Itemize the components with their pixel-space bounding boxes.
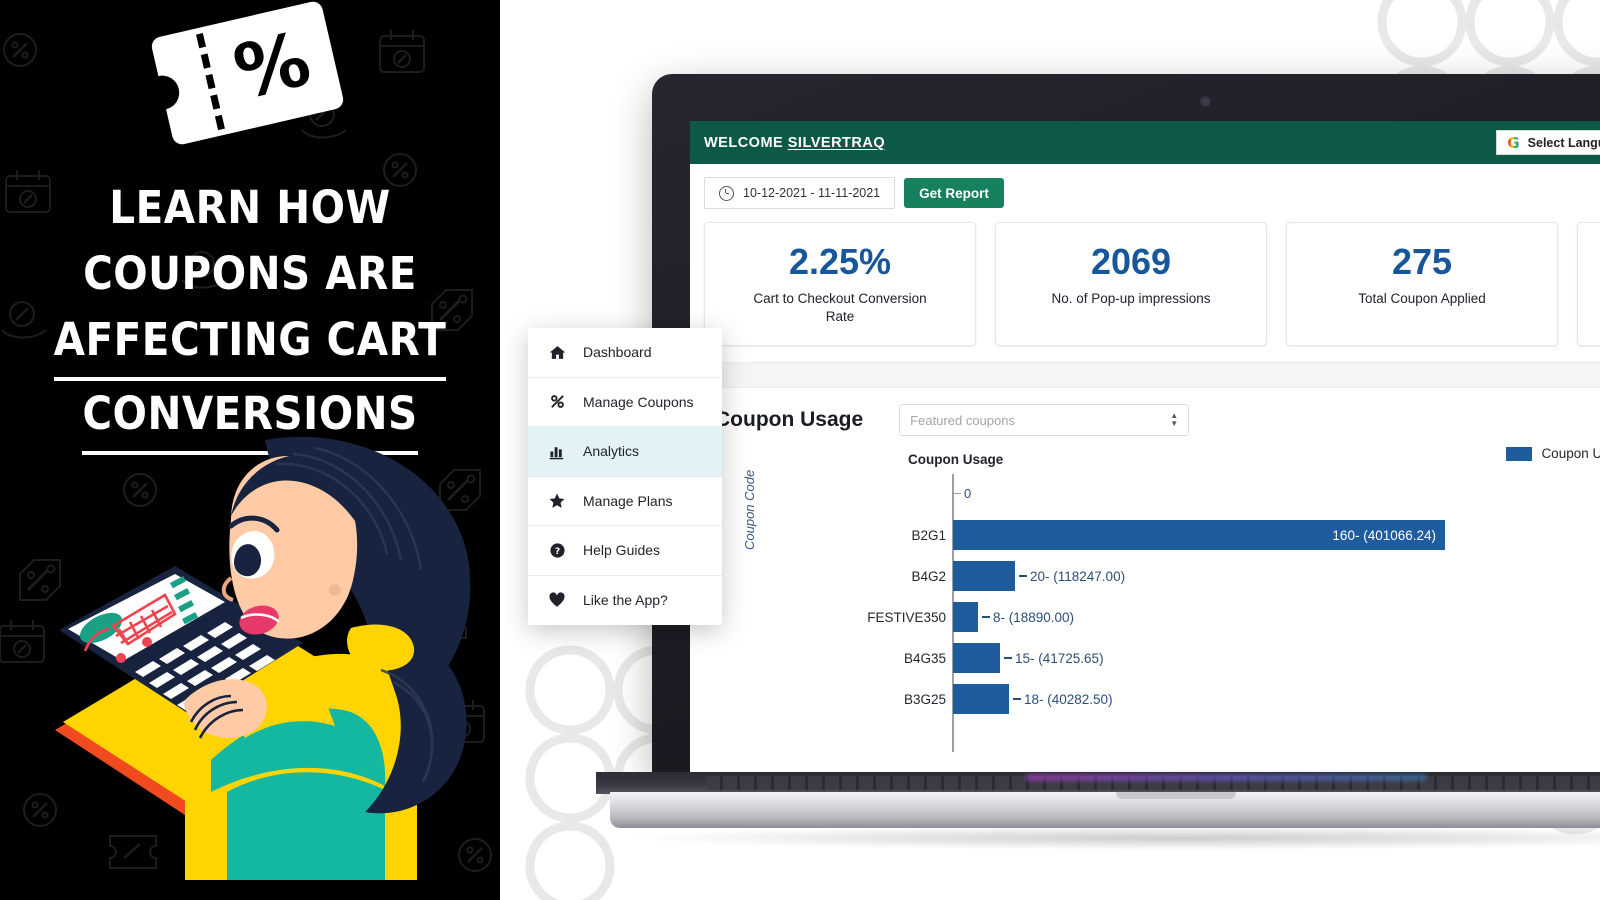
promo-headline: LEARN HOW COUPONS ARE AFFECTING CART CON… (0, 175, 500, 455)
laptop-base (596, 772, 1600, 830)
coupon-usage-chart: Coupon Usage Coupon Code Coupon Used 0 (690, 446, 1600, 752)
menu-item-label: Help Guides (583, 542, 661, 559)
app-topbar: WELCOME SILVERTRAQ G Select Language (690, 121, 1600, 164)
heart-icon (547, 591, 567, 609)
home-icon (547, 344, 567, 361)
section-divider (690, 362, 1600, 388)
get-report-button[interactable]: Get Report (904, 178, 1004, 208)
legend-label: Coupon Used (1541, 446, 1600, 461)
kpi-label: Cart to Checkout Conversion Rate (753, 291, 927, 324)
laptop-body (610, 792, 1600, 828)
legend-swatch (1506, 446, 1533, 461)
chart-origin-label: 0 (964, 486, 972, 501)
chart-category-label: B4G35 (903, 650, 946, 666)
menu-item-manage-plans[interactable]: Manage Plans (528, 477, 722, 526)
headline-line-1: LEARN HOW (109, 181, 391, 234)
navigation-menu: Dashboard Manage Coupons Analytics Manag… (528, 328, 722, 625)
chart-bar-value-label: 160- (401066.24) (1332, 527, 1436, 543)
laptop-hinge (596, 772, 1600, 794)
webcam-icon (1200, 96, 1211, 107)
kpi-value: 2069 (1090, 241, 1172, 282)
chart-bar: 160- (401066.24) (953, 520, 1445, 550)
chart-bar-value-label: 15- (41725.65) (1004, 651, 1104, 666)
menu-item-label: Like the App? (583, 592, 668, 609)
percent-icon (547, 393, 567, 410)
menu-item-label: Analytics (583, 443, 640, 460)
stepper-chevrons-icon: ▲ ▼ (1170, 411, 1179, 428)
menu-item-label: Manage Coupons (583, 393, 694, 410)
star-icon (547, 492, 567, 510)
bar-chart-icon (547, 443, 567, 460)
kpi-label: No. of Pop-up impressions (1051, 291, 1211, 306)
coupon-usage-panel: Coupon Usage Featured coupons ▲ ▼ Coupon … (690, 388, 1600, 752)
menu-item-label: Manage Plans (583, 492, 673, 509)
woman-at-laptop-illustration (55, 436, 471, 880)
report-toolbar: 10-12-2021 - 11-11-2021 Get Report (690, 164, 1600, 222)
clock-icon (719, 185, 734, 201)
chart-legend: Coupon Used (1506, 446, 1600, 461)
chart-category-label: B2G1 (911, 527, 946, 543)
chart-bar-value-label: 8- (18890.00) (982, 610, 1074, 625)
chart-bar-value-label: 18- (40282.50) (1013, 692, 1113, 707)
google-translate-widget[interactable]: G Select Language (1496, 130, 1600, 155)
welcome-prefix: WELCOME (704, 134, 788, 151)
panel-title: Coupon Usage (715, 408, 864, 431)
chart-bar (953, 684, 1009, 714)
kpi-label: Total Coupon Applied (1358, 291, 1486, 306)
laptop-screen: WELCOME SILVERTRAQ G Select Language 10-… (690, 121, 1600, 774)
chart-category-label: B4G2 (911, 568, 946, 584)
keyboard-backlight (1026, 774, 1426, 781)
promo-panel: % LEARN HOW COUPONS ARE AFFECTING CART C… (0, 0, 500, 900)
welcome-text: WELCOME SILVERTRAQ (704, 135, 885, 151)
kpi-value: 2.25% (788, 241, 892, 282)
menu-item-dashboard[interactable]: Dashboard (528, 328, 722, 378)
menu-item-analytics[interactable]: Analytics (528, 427, 722, 477)
poster-stage: % LEARN HOW COUPONS ARE AFFECTING CART C… (0, 0, 1600, 900)
laptop-shadow (620, 826, 1600, 850)
chart-origin-tick: 0 (952, 486, 971, 501)
svg-text:?: ? (554, 546, 559, 557)
chart-bar (953, 643, 1000, 673)
menu-item-label: Dashboard (583, 344, 652, 361)
laptop-lid: WELCOME SILVERTRAQ G Select Language 10-… (652, 74, 1600, 774)
chart-y-axis-label: Coupon Code (742, 469, 757, 550)
chart-bar-value-label: 20- (118247.00) (1019, 569, 1125, 584)
kpi-card: 2069 No. of Pop-up impressions (995, 222, 1267, 346)
chart-bar (953, 561, 1015, 591)
panel-header: Coupon Usage Featured coupons ▲ ▼ (690, 404, 1600, 436)
chart-plot-area: 0 B2G1 160- (401066.24) B4G2 20- (118247… (778, 474, 1600, 752)
question-circle-icon: ? (547, 542, 567, 559)
chart-title: Coupon Usage (908, 452, 1004, 467)
headline-line-2: COUPONS ARE (83, 247, 417, 300)
store-name: SILVERTRAQ (787, 134, 886, 151)
kpi-value: 275 (1391, 241, 1453, 282)
laptop-front-notch (1116, 792, 1236, 799)
kpi-card: 2.25% Cart to Checkout Conversion Rate (704, 222, 976, 346)
menu-item-help-guides[interactable]: ? Help Guides (528, 526, 722, 576)
date-range-picker[interactable]: 10-12-2021 - 11-11-2021 (704, 177, 896, 209)
menu-item-manage-coupons[interactable]: Manage Coupons (528, 378, 722, 427)
chart-category-label: B3G25 (903, 691, 946, 707)
chart-bar (953, 602, 978, 632)
kpi-card-partial (1577, 222, 1600, 346)
kpi-card: 275 Total Coupon Applied (1286, 222, 1558, 346)
menu-item-like-the-app[interactable]: Like the App? (528, 576, 722, 626)
google-g-icon: G (1507, 133, 1520, 152)
date-range-value: 10-12-2021 - 11-11-2021 (743, 186, 881, 200)
kpi-card-row: 2.25% Cart to Checkout Conversion Rate 2… (690, 222, 1600, 362)
headline-line-3: AFFECTING CART (53, 307, 447, 381)
chart-category-label: FESTIVE350 (867, 609, 946, 625)
translate-label: Select Language (1527, 135, 1600, 150)
featured-coupons-select[interactable]: Featured coupons ▲ ▼ (899, 404, 1190, 436)
select-value: Featured coupons (910, 412, 1015, 428)
